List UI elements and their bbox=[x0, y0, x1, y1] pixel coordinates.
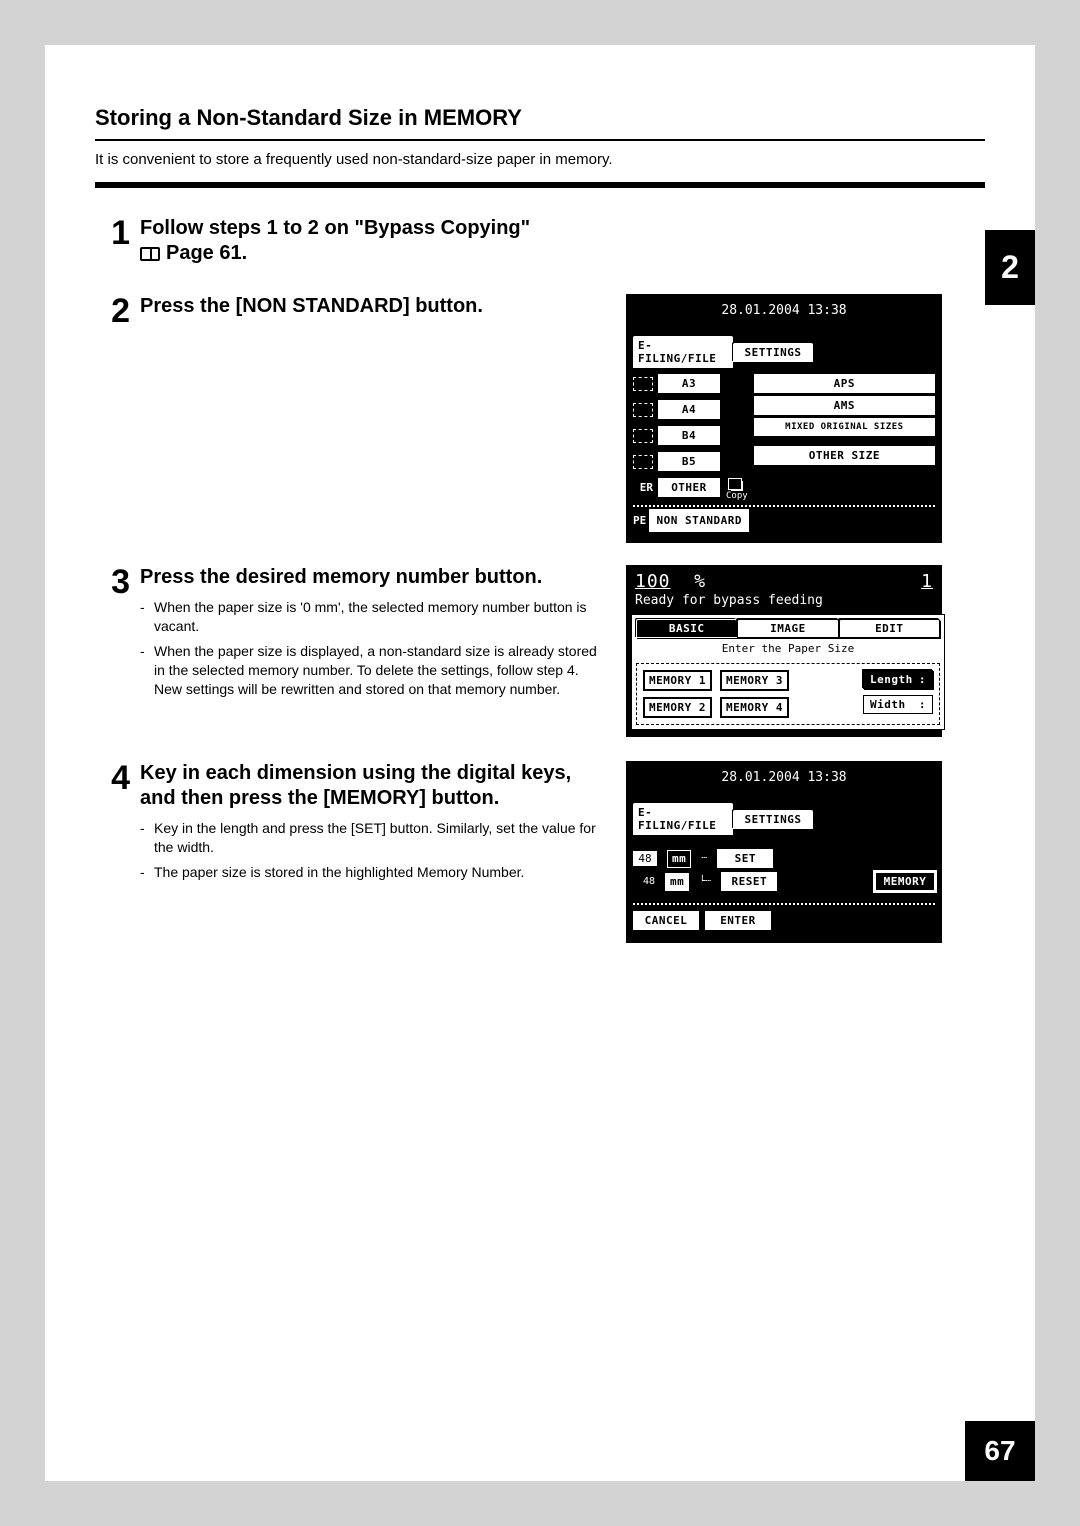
memory-4-button[interactable]: MEMORY 4 bbox=[720, 697, 789, 718]
step-number: 1 bbox=[100, 216, 130, 250]
tab-basic[interactable]: BASIC bbox=[636, 619, 737, 638]
divider bbox=[633, 903, 935, 905]
aps-button[interactable]: APS bbox=[754, 374, 935, 393]
reset-button[interactable]: RESET bbox=[721, 872, 777, 891]
thick-rule bbox=[95, 182, 985, 188]
thin-rule bbox=[95, 139, 985, 141]
tray-icon bbox=[633, 403, 653, 417]
size-a4-button[interactable]: A4 bbox=[658, 400, 720, 419]
step-3-screenshot: 100 % 1 Ready for bypass feeding BASIC I… bbox=[626, 565, 942, 737]
step-3-note-2: When the paper size is displayed, a non-… bbox=[154, 642, 600, 699]
page: Storing a Non-Standard Size in MEMORY It… bbox=[45, 45, 1035, 1481]
step-3: 3 Press the desired memory number button… bbox=[45, 565, 1035, 737]
tab-edit[interactable]: EDIT bbox=[839, 619, 940, 638]
enter-paper-size-label: Enter the Paper Size bbox=[636, 642, 940, 655]
er-label: ER bbox=[640, 481, 653, 494]
step-4-screenshot: 28.01.2004 13:38 E-FILING/FILE SETTINGS … bbox=[626, 761, 942, 943]
tab-efiling[interactable]: E-FILING/FILE bbox=[633, 336, 733, 368]
enter-button[interactable]: ENTER bbox=[705, 911, 771, 930]
step-3-note-1: When the paper size is '0 mm', the selec… bbox=[154, 598, 600, 636]
cancel-button[interactable]: CANCEL bbox=[633, 911, 699, 930]
step-4-heading: Key in each dimension using the digital … bbox=[140, 761, 600, 811]
step-1-heading: Follow steps 1 to 2 on "Bypass Copying" … bbox=[140, 216, 600, 266]
connector-icon: └┄ bbox=[699, 876, 711, 887]
pe-label: PE bbox=[633, 514, 646, 527]
length-value: 48 bbox=[633, 851, 657, 866]
size-b4-button[interactable]: B4 bbox=[658, 426, 720, 445]
non-standard-button[interactable]: NON STANDARD bbox=[651, 511, 747, 530]
length-field[interactable]: Length: bbox=[863, 670, 933, 689]
step-3-heading: Press the desired memory number button. bbox=[140, 565, 600, 590]
size-b5-button[interactable]: B5 bbox=[658, 452, 720, 471]
set-button[interactable]: SET bbox=[717, 849, 773, 868]
step-2-screenshot: 28.01.2004 13:38 E-FILING/FILE SETTINGS … bbox=[626, 294, 942, 543]
other-button[interactable]: OTHER bbox=[658, 478, 720, 497]
book-icon bbox=[140, 247, 160, 261]
connector-icon: ┄ bbox=[701, 853, 707, 864]
step-number: 3 bbox=[100, 565, 130, 599]
page-number: 67 bbox=[965, 1421, 1035, 1481]
zoom-value: 100 % bbox=[635, 571, 706, 592]
step-1-heading-line-a: Follow steps 1 to 2 on "Bypass Copying" bbox=[140, 217, 530, 239]
section-title: Storing a Non-Standard Size in MEMORY bbox=[45, 45, 1035, 139]
intro-text: It is convenient to store a frequently u… bbox=[45, 151, 1035, 182]
step-4-note-2: The paper size is stored in the highligh… bbox=[154, 863, 600, 882]
step-2: 2 Press the [NON STANDARD] button. 28.01… bbox=[45, 294, 1035, 543]
tab-efiling[interactable]: E-FILING/FILE bbox=[633, 803, 733, 835]
copy-icon: Copy bbox=[726, 481, 748, 501]
ams-button[interactable]: AMS bbox=[754, 396, 935, 415]
size-a3-button[interactable]: A3 bbox=[658, 374, 720, 393]
step-4-note-1: Key in the length and press the [SET] bu… bbox=[154, 819, 600, 857]
step-1: 1 Follow steps 1 to 2 on "Bypass Copying… bbox=[45, 216, 1035, 272]
tray-icon bbox=[633, 429, 653, 443]
other-size-button[interactable]: OTHER SIZE bbox=[754, 446, 935, 465]
memory-button[interactable]: MEMORY bbox=[875, 872, 935, 891]
ready-status: Ready for bypass feeding bbox=[635, 593, 823, 608]
tray-icon bbox=[633, 377, 653, 391]
step-4: 4 Key in each dimension using the digita… bbox=[45, 761, 1035, 943]
step-number: 4 bbox=[100, 761, 130, 795]
divider bbox=[633, 505, 935, 507]
memory-3-button[interactable]: MEMORY 3 bbox=[720, 670, 789, 691]
tray-icon bbox=[633, 455, 653, 469]
width-value: 48 bbox=[633, 876, 655, 887]
tab-image[interactable]: IMAGE bbox=[737, 619, 838, 638]
width-field[interactable]: Width: bbox=[863, 695, 933, 714]
step-2-heading: Press the [NON STANDARD] button. bbox=[140, 294, 600, 319]
lcd-datetime: 28.01.2004 13:38 bbox=[633, 303, 935, 318]
chapter-tab: 2 bbox=[985, 230, 1035, 305]
tab-settings[interactable]: SETTINGS bbox=[733, 810, 813, 829]
tab-settings[interactable]: SETTINGS bbox=[733, 343, 813, 362]
memory-1-button[interactable]: MEMORY 1 bbox=[643, 670, 712, 691]
lcd-datetime: 28.01.2004 13:38 bbox=[633, 770, 935, 785]
mm-unit: mm bbox=[665, 873, 689, 891]
mm-unit: mm bbox=[667, 850, 691, 868]
step-number: 2 bbox=[100, 294, 130, 328]
memory-2-button[interactable]: MEMORY 2 bbox=[643, 697, 712, 718]
copy-count: 1 bbox=[921, 570, 933, 593]
mixed-sizes-button[interactable]: MIXED ORIGINAL SIZES bbox=[754, 418, 935, 436]
step-1-heading-line-b: Page 61. bbox=[166, 242, 247, 264]
